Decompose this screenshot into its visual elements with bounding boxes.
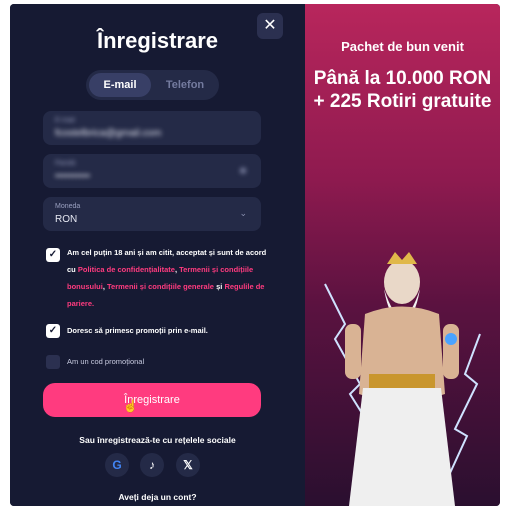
currency-label: Moneda: [55, 203, 81, 210]
terms-and-text: și: [216, 282, 223, 291]
promo-emails-text: Doresc să primesc promoții prin e-mail.: [67, 326, 208, 335]
general-terms-link[interactable]: Termenii și condițiile generale: [107, 282, 214, 291]
chevron-down-icon: ⌄: [239, 208, 247, 218]
close-icon[interactable]: ✕: [257, 13, 283, 39]
email-field[interactable]: E-mail fcostelbrica@gmail.com: [43, 111, 261, 145]
email-field-value: fcostelbrica@gmail.com: [55, 128, 162, 139]
registration-form: Înregistrare ✕ E-mail Telefon E-mail fco…: [10, 4, 305, 506]
promo-emails-checkbox[interactable]: ✓: [46, 324, 60, 338]
currency-value: RON: [55, 214, 78, 225]
privacy-policy-link[interactable]: Politica de confidențialitate: [78, 265, 175, 274]
show-password-icon[interactable]: ◉: [239, 165, 247, 176]
x-icon[interactable]: 𝕏: [176, 453, 200, 477]
register-button[interactable]: Înregistrare: [43, 383, 261, 417]
password-field-value: ••••••••••: [55, 171, 91, 182]
promo-code-text: Am un cod promoțional: [67, 357, 145, 366]
promo-headline: Până la 10.000 RON + 225 Rotiri gratuite: [313, 68, 492, 112]
google-icon[interactable]: G: [105, 453, 129, 477]
registration-modal: Înregistrare ✕ E-mail Telefon E-mail fco…: [10, 4, 500, 506]
welcome-bonus-panel: Pachet de bun venit Până la 10.000 RON +…: [305, 4, 500, 506]
tab-phone[interactable]: Telefon: [155, 73, 215, 97]
currency-select[interactable]: Moneda RON ⌄: [43, 197, 261, 231]
terms-checkbox[interactable]: ✓: [46, 248, 60, 262]
login-prompt[interactable]: Aveți deja un cont?: [10, 492, 305, 502]
tiktok-icon[interactable]: ♪: [140, 453, 164, 477]
promo-code-checkbox[interactable]: [46, 355, 60, 369]
tab-email[interactable]: E-mail: [89, 73, 151, 97]
signup-method-tabs: E-mail Telefon: [86, 70, 219, 100]
social-signup-text: Sau înregistrează-te cu rețelele sociale: [79, 435, 236, 445]
zeus-illustration-icon: [324, 252, 481, 506]
hand-cursor-icon: ☝: [123, 399, 138, 413]
terms-text: Am cel puțin 18 ani și am citit, accepta…: [67, 248, 267, 308]
email-field-label: E-mail: [55, 117, 75, 124]
promo-header: Pachet de bun venit: [341, 39, 464, 54]
password-field[interactable]: Parolă •••••••••• ◉: [43, 154, 261, 188]
password-field-label: Parolă: [55, 160, 76, 167]
